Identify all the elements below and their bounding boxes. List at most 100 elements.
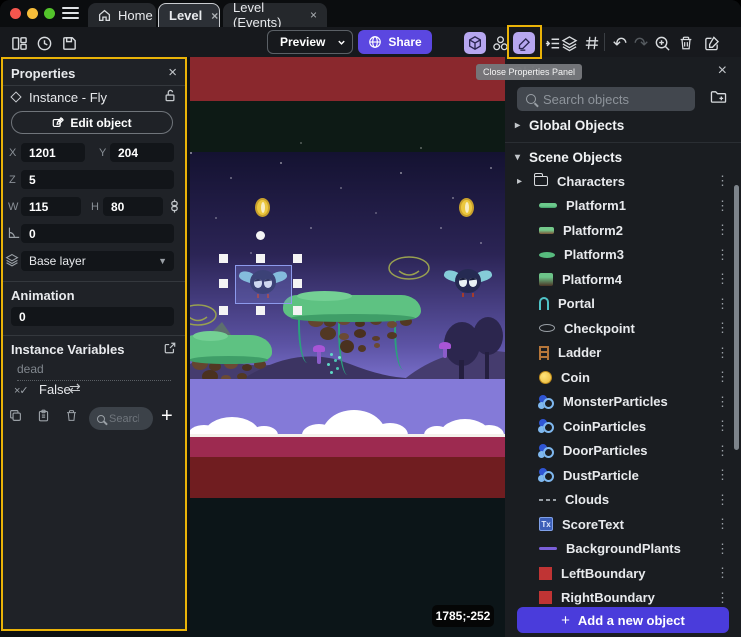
toggle-value-icon[interactable]: ⇄ (69, 380, 81, 397)
z-input[interactable] (21, 170, 174, 189)
selection-rectangle[interactable] (235, 265, 292, 304)
tab-level-events[interactable]: Level (Events) × (223, 3, 327, 27)
add-variable-button[interactable]: + (161, 405, 173, 428)
object-thumbnail (539, 468, 554, 482)
object-row[interactable]: DustParticle ⋮ (505, 463, 741, 488)
variable-value[interactable]: False (39, 382, 71, 397)
object-row[interactable]: Portal ⋮ (505, 292, 741, 317)
lock-icon[interactable] (164, 89, 176, 102)
history-icon[interactable] (33, 32, 55, 54)
global-objects-section[interactable]: ▸ Global Objects (515, 118, 624, 133)
boolean-type-icon: ×✓ (14, 384, 28, 397)
window-minimize-button[interactable] (27, 8, 38, 19)
resize-handle[interactable] (219, 279, 228, 288)
folder-expand-arrow[interactable]: ▸ (517, 176, 525, 187)
animation-input[interactable] (11, 307, 174, 326)
scene-editor-canvas[interactable]: 1785;-252 (190, 57, 505, 637)
tab-close-icon[interactable]: × (310, 8, 317, 22)
y-label: Y (99, 147, 106, 159)
layer-select[interactable]: Base layer ▼ (21, 251, 174, 271)
grid-icon[interactable] (581, 32, 603, 54)
tab-label: Level (Events) (233, 0, 301, 30)
objects-scrollbar[interactable] (734, 185, 739, 450)
copy-icon[interactable] (9, 409, 22, 422)
resize-handle[interactable] (293, 306, 302, 315)
object-label: LeftBoundary (561, 566, 646, 581)
objects-close-icon[interactable]: × (718, 62, 727, 80)
delete-variable-icon[interactable] (65, 409, 78, 422)
add-folder-icon[interactable] (710, 89, 727, 104)
zoom-in-icon[interactable] (651, 32, 673, 54)
variable-name[interactable]: dead (17, 362, 171, 381)
rotation-handle[interactable] (256, 231, 265, 240)
object-row[interactable]: RightBoundary ⋮ (505, 586, 741, 608)
object-row[interactable]: BackgroundPlants ⋮ (505, 537, 741, 562)
aspect-ratio-lock-icon[interactable] (169, 198, 180, 214)
object-row[interactable]: LeftBoundary ⋮ (505, 561, 741, 586)
menu-icon[interactable] (62, 7, 79, 20)
edit-object-button[interactable]: Edit object (11, 111, 173, 134)
share-button[interactable]: Share (358, 30, 432, 54)
y-input[interactable] (110, 143, 174, 162)
height-input[interactable] (103, 197, 163, 216)
save-icon[interactable] (58, 32, 80, 54)
redo-icon[interactable]: ↷ (630, 32, 652, 54)
toggle-panels-icon[interactable] (8, 32, 30, 54)
object-row[interactable]: Tx ScoreText ⋮ (505, 512, 741, 537)
object-row[interactable]: MonsterParticles ⋮ (505, 390, 741, 415)
add-new-object-button[interactable]: + Add a new object (517, 607, 729, 633)
resize-handle[interactable] (293, 254, 302, 263)
3d-view-icon[interactable] (464, 32, 486, 54)
object-groups-icon[interactable] (489, 32, 511, 54)
tab-home[interactable]: Home (88, 3, 156, 27)
layers-icon[interactable] (558, 32, 580, 54)
scene-objects-section[interactable]: ▾ Scene Objects (515, 150, 622, 165)
object-menu-button[interactable]: ⋮ (716, 467, 741, 483)
open-variables-editor-icon[interactable] (164, 342, 176, 354)
preview-button[interactable]: Preview (267, 30, 353, 54)
object-row[interactable]: Checkpoint ⋮ (505, 316, 741, 341)
object-menu-button[interactable]: ⋮ (716, 516, 741, 532)
object-menu-button[interactable]: ⋮ (716, 590, 741, 606)
object-menu-button[interactable]: ⋮ (716, 565, 741, 581)
object-row[interactable]: DoorParticles ⋮ (505, 439, 741, 464)
properties-close-icon[interactable]: × (168, 64, 177, 81)
object-row[interactable]: ▸ Characters ⋮ (505, 169, 741, 194)
object-menu-button[interactable]: ⋮ (716, 541, 741, 557)
preview-dropdown-button[interactable] (331, 38, 352, 47)
angle-input[interactable] (21, 224, 174, 243)
objects-search-input[interactable] (543, 92, 686, 107)
x-input[interactable] (21, 143, 85, 162)
undo-icon[interactable]: ↶ (609, 32, 631, 54)
window-zoom-button[interactable] (44, 8, 55, 19)
object-row[interactable]: Platform4 ⋮ (505, 267, 741, 292)
tab-level[interactable]: Level × (158, 3, 220, 27)
object-row[interactable]: Platform1 ⋮ (505, 194, 741, 219)
variables-search-box[interactable] (89, 407, 153, 430)
tab-close-icon[interactable]: × (211, 9, 218, 23)
object-label: Ladder (558, 345, 601, 360)
object-row[interactable]: CoinParticles ⋮ (505, 414, 741, 439)
object-row[interactable]: Platform3 ⋮ (505, 243, 741, 268)
paste-icon[interactable] (37, 409, 50, 422)
object-menu-button[interactable]: ⋮ (716, 492, 741, 508)
trash-icon[interactable] (675, 32, 697, 54)
scene-top-boundary (190, 57, 505, 101)
resize-handle[interactable] (219, 306, 228, 315)
resize-handle[interactable] (256, 306, 265, 315)
tab-label: Level (169, 8, 202, 23)
object-row[interactable]: Ladder ⋮ (505, 341, 741, 366)
objects-search-box[interactable] (517, 87, 695, 111)
object-thumbnail (539, 419, 554, 433)
variables-search-input[interactable] (109, 413, 139, 425)
window-close-button[interactable] (10, 8, 21, 19)
object-row[interactable]: Coin ⋮ (505, 365, 741, 390)
scene-notes-icon[interactable] (700, 32, 722, 54)
resize-handle[interactable] (293, 279, 302, 288)
resize-handle[interactable] (219, 254, 228, 263)
resize-handle[interactable] (256, 254, 265, 263)
object-row[interactable]: Clouds ⋮ (505, 488, 741, 513)
edit-scene-pencil-icon[interactable] (513, 32, 535, 54)
object-row[interactable]: Platform2 ⋮ (505, 218, 741, 243)
width-input[interactable] (21, 197, 81, 216)
